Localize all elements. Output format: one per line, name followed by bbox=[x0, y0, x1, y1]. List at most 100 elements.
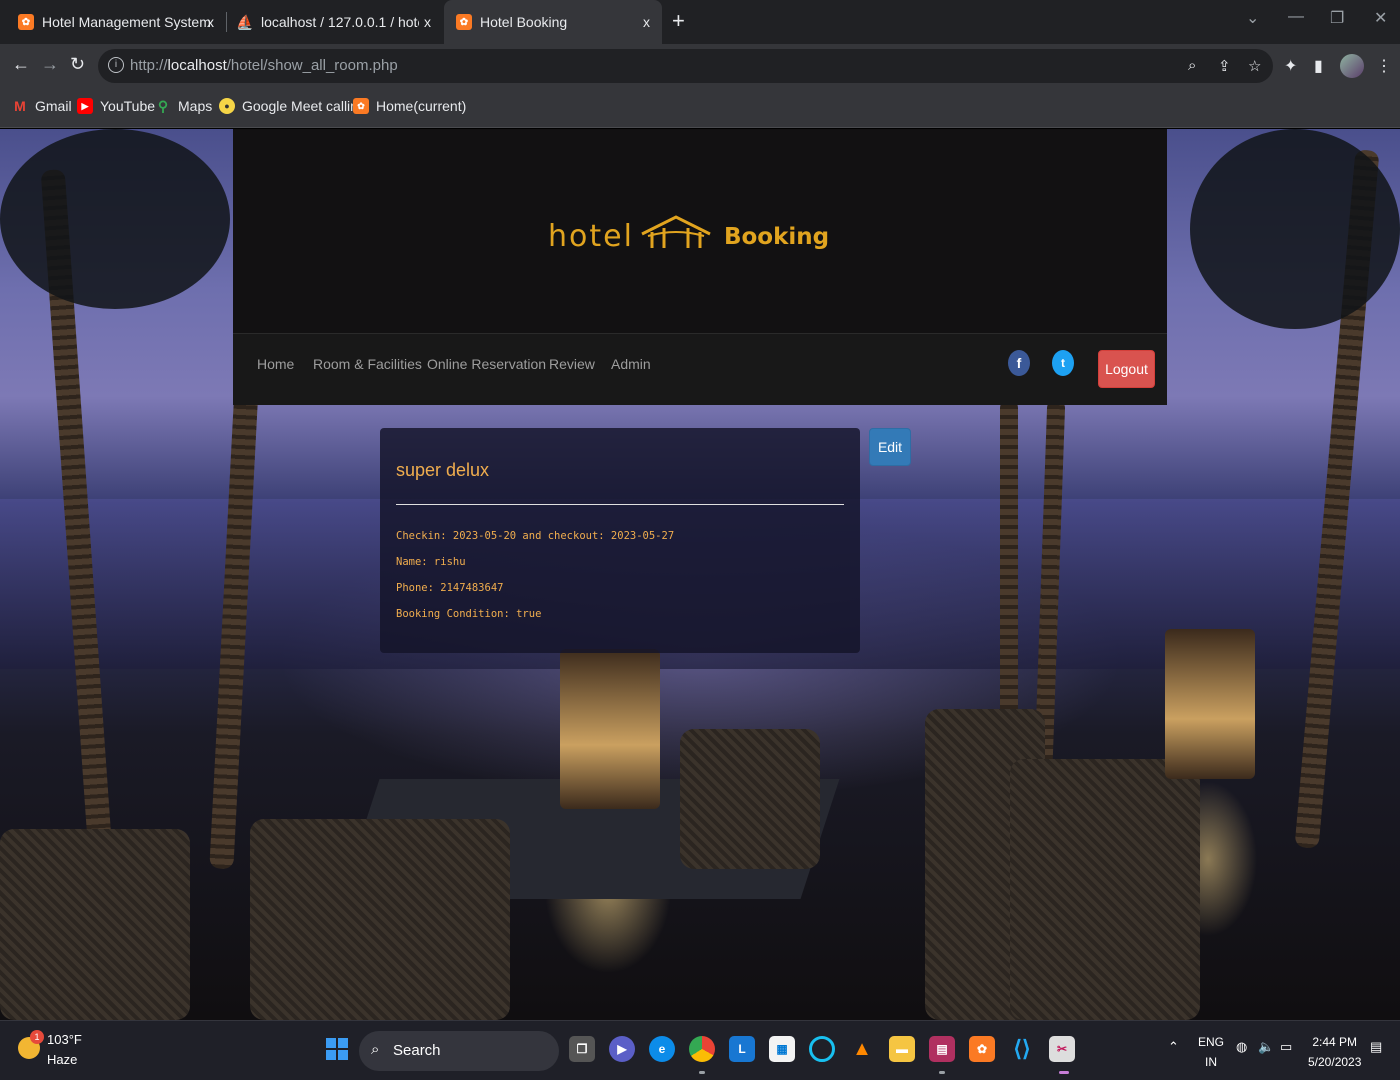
bookmark-home-current[interactable]: ✿ Home(current) bbox=[353, 98, 466, 114]
start-button[interactable] bbox=[326, 1038, 348, 1060]
gmail-icon: M bbox=[14, 98, 26, 114]
weather-notification-badge: 1 bbox=[30, 1030, 44, 1044]
winrar-icon[interactable]: ▤ bbox=[929, 1036, 955, 1062]
bookmark-gmail[interactable]: M Gmail bbox=[12, 98, 71, 114]
file-explorer-icon[interactable]: ▬ bbox=[889, 1036, 915, 1062]
running-indicator bbox=[939, 1071, 945, 1074]
back-icon[interactable]: ← bbox=[12, 54, 30, 75]
vlc-icon[interactable]: ▲ bbox=[849, 1036, 875, 1062]
close-tab-icon[interactable]: x bbox=[207, 14, 214, 30]
address-bar[interactable]: i http://localhost/hotel/show_all_room.p… bbox=[98, 49, 1273, 83]
background-chair bbox=[1010, 759, 1200, 1020]
bookmark-label: Google Meet calling bbox=[242, 98, 366, 114]
maps-icon: ⚲ bbox=[157, 97, 169, 114]
running-indicator bbox=[1059, 1071, 1069, 1074]
checkin-checkout-text: Checkin: 2023-05-20 and checkout: 2023-0… bbox=[396, 530, 675, 542]
site-info-icon[interactable]: i bbox=[108, 57, 124, 73]
tab-phpmyadmin[interactable]: ⛵ localhost / 127.0.0.1 / hotelbook x bbox=[227, 0, 443, 44]
background-lantern bbox=[560, 649, 660, 809]
network-icon[interactable]: ◍ bbox=[1236, 1039, 1247, 1055]
bookmark-youtube[interactable]: ▶ YouTube bbox=[77, 98, 155, 114]
background-lantern bbox=[1165, 629, 1255, 779]
logo-text-hotel: hotel bbox=[548, 219, 634, 254]
profile-avatar[interactable] bbox=[1340, 54, 1364, 78]
input-language[interactable]: ENG IN bbox=[1198, 1032, 1224, 1072]
bookmark-maps[interactable]: ⚲ Maps bbox=[155, 97, 213, 115]
weather-temperature: 103°F bbox=[47, 1032, 82, 1047]
edge-icon[interactable]: e bbox=[649, 1036, 675, 1062]
reload-icon[interactable]: ↻ bbox=[70, 54, 85, 75]
bookmarks-bar: M Gmail ▶ YouTube ⚲ Maps ● Google Meet c… bbox=[0, 88, 1400, 128]
extensions-icon[interactable]: ✦ bbox=[1284, 56, 1297, 76]
site-navbar: Home Room & Facilities Online Reservatio… bbox=[233, 333, 1167, 405]
side-panel-icon[interactable]: ▮ bbox=[1314, 56, 1323, 76]
nav-online-reservation[interactable]: Online Reservation bbox=[427, 356, 546, 372]
launcher-l-icon[interactable]: L bbox=[729, 1036, 755, 1062]
teams-chat-icon[interactable]: ▶ bbox=[609, 1036, 635, 1062]
close-window-icon[interactable]: ✕ bbox=[1374, 8, 1387, 28]
bookmark-label: YouTube bbox=[100, 98, 156, 114]
new-tab-button[interactable]: + bbox=[672, 8, 685, 34]
forward-icon[interactable]: → bbox=[41, 54, 59, 75]
tab-search-icon[interactable]: ⌄ bbox=[1246, 8, 1259, 28]
menu-icon[interactable]: ⋮ bbox=[1376, 56, 1392, 76]
restore-icon[interactable]: ❐ bbox=[1330, 8, 1344, 28]
battery-icon[interactable]: ▭ bbox=[1280, 1039, 1292, 1055]
minimize-icon[interactable]: — bbox=[1288, 8, 1304, 26]
tab-title: Hotel Management System bbox=[42, 14, 211, 30]
bookmark-label: Maps bbox=[178, 98, 213, 114]
background-foliage bbox=[0, 129, 230, 309]
phone-text: Phone: 2147483647 bbox=[396, 582, 504, 594]
vscode-icon[interactable]: ⟨⟩ bbox=[1009, 1036, 1035, 1062]
system-clock[interactable]: 2:44 PM 5/20/2023 bbox=[1308, 1032, 1361, 1072]
show-hidden-icons[interactable]: ⌃ bbox=[1168, 1039, 1179, 1055]
room-title: super delux bbox=[396, 460, 490, 480]
facebook-icon[interactable]: f bbox=[1008, 350, 1030, 376]
logout-button[interactable]: Logout bbox=[1098, 350, 1155, 388]
windows-taskbar: 1 103°F Haze ⌕ Search ❐ ▶ e L ▦ ▲ ▬ ▤ ✿ … bbox=[0, 1020, 1400, 1080]
zoom-icon[interactable]: ⌕ bbox=[1188, 57, 1196, 74]
youtube-icon: ▶ bbox=[77, 98, 93, 114]
twitter-icon[interactable]: t bbox=[1052, 350, 1074, 376]
background-chair bbox=[0, 829, 190, 1020]
edit-button[interactable]: Edit bbox=[869, 428, 911, 466]
bookmark-star-icon[interactable]: ☆ bbox=[1248, 57, 1261, 75]
tab-hotel-management-system[interactable]: ✿ Hotel Management System x bbox=[0, 0, 226, 44]
xampp-icon: ✿ bbox=[456, 14, 472, 30]
xampp-icon[interactable]: ✿ bbox=[969, 1036, 995, 1062]
nav-admin[interactable]: Admin bbox=[611, 356, 651, 372]
nav-home[interactable]: Home bbox=[257, 356, 294, 372]
browser-toolbar: ← → ↻ i http://localhost/hotel/show_all_… bbox=[0, 44, 1400, 88]
cortana-icon[interactable] bbox=[809, 1036, 835, 1062]
url-text[interactable]: http://localhost/hotel/show_all_room.php bbox=[130, 57, 398, 74]
xampp-icon: ✿ bbox=[353, 98, 369, 114]
roof-logo-icon bbox=[641, 215, 711, 248]
clock-time: 2:44 PM bbox=[1312, 1035, 1358, 1049]
language-code: ENG bbox=[1198, 1035, 1225, 1049]
volume-icon[interactable]: 🔈 bbox=[1258, 1039, 1274, 1055]
taskbar-search[interactable]: ⌕ Search bbox=[359, 1031, 559, 1071]
nav-room-facilities[interactable]: Room & Facilities bbox=[313, 356, 422, 372]
share-icon[interactable]: ⇪ bbox=[1218, 57, 1231, 75]
room-booking-card: super delux Checkin: 2023-05-20 and chec… bbox=[380, 428, 860, 653]
close-tab-icon[interactable]: x bbox=[643, 14, 650, 30]
close-tab-icon[interactable]: x bbox=[424, 14, 431, 30]
microsoft-store-icon[interactable]: ▦ bbox=[769, 1036, 795, 1062]
task-view-icon[interactable]: ❐ bbox=[569, 1036, 595, 1062]
bookmark-google-meet[interactable]: ● Google Meet calling bbox=[219, 98, 366, 114]
tab-hotel-booking[interactable]: ✿ Hotel Booking x bbox=[444, 0, 662, 44]
running-indicator bbox=[699, 1071, 705, 1074]
region-code: IN bbox=[1205, 1055, 1217, 1069]
nav-review[interactable]: Review bbox=[549, 356, 595, 372]
background-chair bbox=[250, 819, 510, 1020]
room-divider bbox=[396, 504, 844, 505]
snipping-tool-icon[interactable]: ✂ bbox=[1049, 1036, 1075, 1062]
site-logo[interactable]: hotel Booking bbox=[548, 214, 829, 254]
notifications-icon[interactable]: ▤ bbox=[1370, 1039, 1382, 1055]
chrome-icon[interactable] bbox=[689, 1036, 715, 1062]
weather-condition: Haze bbox=[47, 1052, 78, 1067]
bookmark-label: Home(current) bbox=[376, 98, 467, 114]
guest-name-text: Name: rishu bbox=[396, 556, 466, 568]
xampp-icon: ✿ bbox=[18, 14, 34, 30]
logo-text-booking: Booking bbox=[723, 224, 830, 250]
